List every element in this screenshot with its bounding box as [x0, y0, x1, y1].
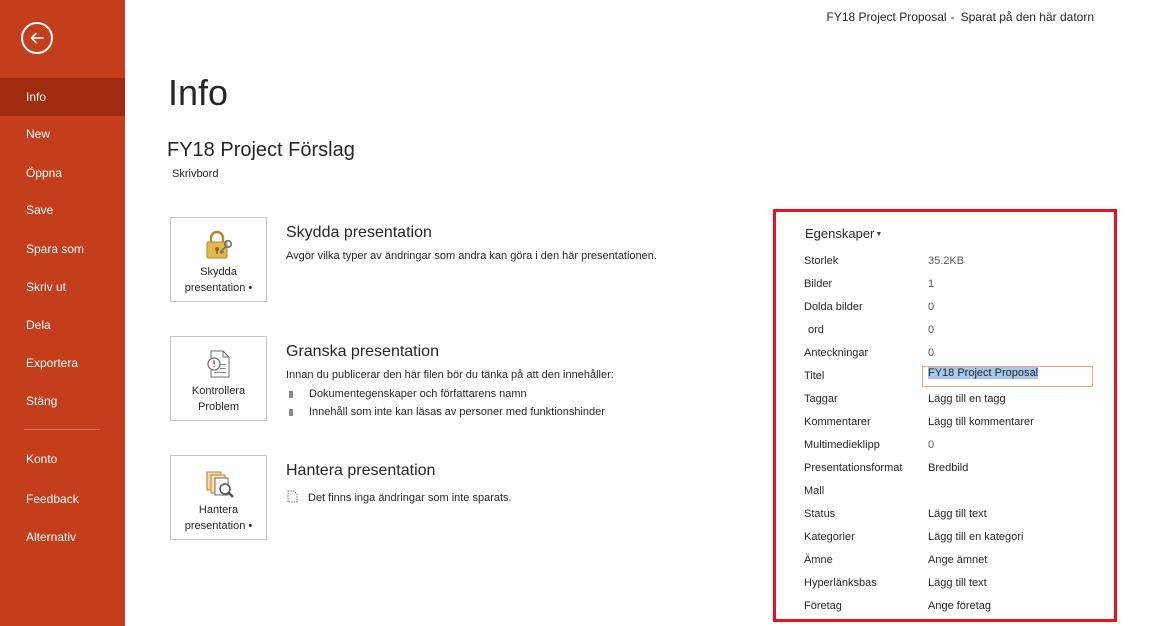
nav-print[interactable]: Skriv ut	[0, 268, 125, 306]
prop-label-comments: Kommentarer	[804, 416, 871, 428]
back-button[interactable]	[21, 22, 53, 54]
inspect-section-desc: Innan du publicerar den här filen bör du…	[286, 369, 614, 381]
page-title: Info	[168, 72, 229, 113]
properties-header-label: Egenskaper	[805, 226, 875, 241]
prop-value-media-clips: 0	[928, 439, 935, 451]
manage-section-desc-row: Det finns inga ändringar som inte sparat…	[286, 490, 512, 504]
inspect-bullet-properties: Dokumentegenskaper och författarens namn	[289, 388, 527, 400]
nav-share[interactable]: Dela	[0, 306, 125, 344]
prop-label-company: Företag	[804, 600, 842, 612]
prop-label-categories: Kategorier	[804, 531, 855, 543]
prop-value-company[interactable]: Ange företag	[928, 600, 991, 612]
prop-value-subject[interactable]: Ange ämnet	[928, 554, 987, 566]
backstage-sidebar: Info New Öppna Save Spara som Skriv ut D…	[0, 0, 125, 626]
nav-save[interactable]: Save	[0, 191, 125, 229]
check-for-issues-button[interactable]: Kontrollera Problem	[170, 336, 267, 421]
nav-feedback[interactable]: Feedback	[0, 480, 125, 518]
prop-label-format: Presentationsformat	[804, 462, 903, 474]
inspect-tile-label: Kontrollera Problem	[191, 385, 246, 413]
nav-info[interactable]: Info	[0, 78, 125, 116]
unsaved-document-icon	[287, 490, 298, 503]
title-bar: FY18 Project Proposal - Sparat på den här …	[0, 10, 1095, 24]
manage-presentation-icon	[206, 471, 234, 498]
bullet-text: Innehåll som inte kan läsas av personer …	[309, 406, 605, 418]
prop-label-subject: Ämne	[804, 554, 833, 566]
prop-value-format: Bredbild	[928, 462, 969, 474]
nav-options[interactable]: Alternativ	[0, 518, 125, 556]
prop-value-comments[interactable]: Lägg till kommentarer	[928, 416, 1034, 428]
prop-value-tags[interactable]: Lägg till en tagg	[928, 393, 1006, 405]
nav-save-as[interactable]: Spara som	[0, 230, 125, 268]
prop-value-hyperlink-base[interactable]: Lägg till text	[928, 577, 987, 589]
prop-label-notes: Anteckningar	[804, 347, 869, 359]
prop-label-status: Status	[804, 508, 836, 520]
bullet-marker	[289, 408, 293, 416]
inspect-bullet-accessibility: Innehåll som inte kan läsas av personer …	[289, 406, 605, 418]
prop-label-title: Titel	[804, 370, 825, 382]
prop-value-status[interactable]: Lägg till text	[928, 508, 987, 520]
document-title: FY18 Project Proposal	[826, 10, 947, 24]
prop-label-size: Storlek	[804, 255, 839, 267]
protect-tile-label: Skydda presentation •	[184, 266, 253, 294]
inspect-section-title: Granska presentation	[286, 343, 439, 360]
title-field[interactable]: FY18 Project Proposal	[922, 366, 1093, 387]
document-location: Skrivbord	[172, 168, 219, 180]
prop-value-notes: 0	[928, 347, 935, 359]
nav-new[interactable]: New	[0, 115, 125, 153]
prop-value-hidden-slides: 0	[928, 301, 935, 313]
manage-presentation-button[interactable]: Hantera presentation •	[170, 455, 267, 540]
prop-value-categories[interactable]: Lägg till en kategori	[928, 531, 1023, 543]
prop-label-slides: Bilder	[804, 278, 833, 290]
prop-label-media-clips: Multimedieklipp	[804, 439, 880, 451]
prop-value-size: 35.2KB	[928, 255, 965, 267]
bullet-text: Dokumentegenskaper och författarens namn	[309, 388, 527, 400]
prop-label-hyperlink-base: Hyperlänksbas	[804, 577, 877, 589]
back-arrow-icon	[30, 32, 44, 44]
prop-label-template: Mall	[804, 485, 825, 497]
document-name: FY18 Project Förslag	[167, 139, 355, 161]
title-separator: -	[950, 10, 955, 24]
nav-divider	[24, 429, 100, 430]
inspect-document-icon	[206, 350, 229, 378]
nav-account[interactable]: Konto	[0, 440, 125, 478]
prop-label-words: ord	[808, 324, 824, 336]
protect-section-desc: Avgör vilka typer av ändringar som andra…	[286, 250, 657, 262]
properties-dropdown[interactable]: Egenskaper▼	[805, 226, 882, 241]
prop-value-words: 0	[928, 324, 935, 336]
prop-label-tags: Taggar	[804, 393, 838, 405]
nav-export[interactable]: Exportera	[0, 344, 125, 382]
nav-open[interactable]: Öppna	[0, 154, 125, 192]
prop-label-hidden-slides: Dolda bilder	[804, 301, 863, 313]
title-field-value: FY18 Project Proposal	[928, 367, 1039, 379]
manage-tile-label: Hantera presentation •	[184, 504, 253, 532]
protect-section-title: Skydda presentation	[286, 224, 432, 241]
nav-close[interactable]: Stäng	[0, 382, 125, 420]
chevron-down-icon: ▼	[875, 231, 883, 239]
manage-section-title: Hantera presentation	[286, 462, 436, 479]
bullet-marker	[289, 390, 293, 398]
manage-section-desc: Det finns inga ändringar som inte sparat…	[308, 492, 512, 504]
protect-presentation-button[interactable]: Skydda presentation •	[170, 217, 267, 302]
lock-key-icon	[206, 230, 232, 259]
save-status: Sparat på den här datorn	[960, 10, 1094, 24]
prop-value-slides: 1	[928, 278, 935, 290]
